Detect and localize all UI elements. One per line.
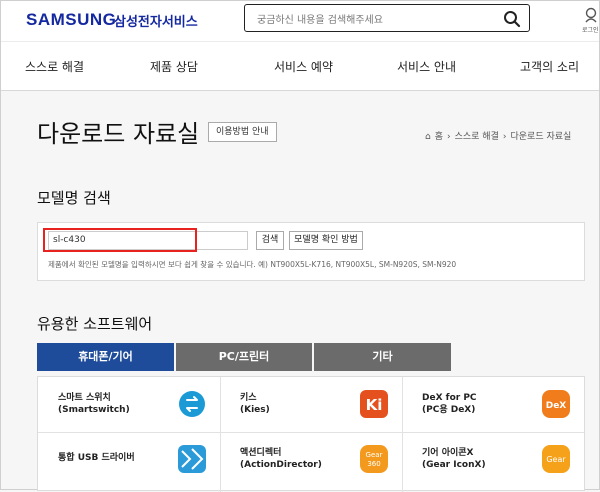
model-search-title: 모델명 검색 [37, 189, 111, 207]
model-check-method-button[interactable]: 모델명 확인 방법 [289, 231, 363, 250]
samsung-logo[interactable]: SAMSUNG [26, 10, 116, 30]
page-title: 다운로드 자료실 [37, 120, 200, 148]
software-item-actiondirector[interactable]: 액션디렉터 (ActionDirector) Gear 360 [220, 432, 402, 487]
software-item-label: 통합 USB 드라이버 [58, 453, 135, 463]
svg-text:Gear: Gear [546, 455, 566, 464]
svg-text:Ki: Ki [366, 396, 383, 414]
gear-iconx-icon: Gear [542, 445, 570, 473]
highlight-box [43, 228, 197, 252]
software-tabs: 휴대폰/기어 PC/프린터 기타 [37, 343, 585, 371]
software-item-label: DeX for PC (PC용 DeX) [422, 393, 477, 415]
smartswitch-icon [179, 391, 205, 417]
service-logo-text[interactable]: 삼성전자서비스 [114, 11, 198, 30]
model-search-hint: 제품에서 확인된 모델명을 입력하시면 보다 쉽게 찾을 수 있습니다. 예) … [48, 260, 457, 269]
software-item-smartswitch[interactable]: 스마트 스위치 (Smartswitch) [38, 377, 220, 432]
dex-icon: DeX [542, 390, 570, 418]
tab-etc[interactable]: 기타 [314, 343, 451, 371]
main-nav: 스스로 해결 제품 상담 서비스 예약 서비스 안내 고객의 소리 [1, 41, 599, 91]
home-icon[interactable]: ⌂ [425, 132, 431, 142]
login-label: 로그인 [582, 27, 599, 34]
software-item-label: 키스 (Kies) [240, 393, 270, 415]
software-item-dex[interactable]: DeX for PC (PC용 DeX) DeX [402, 377, 584, 432]
chevron-right-icon: › [447, 132, 451, 142]
nav-self-solve[interactable]: 스스로 해결 [25, 58, 84, 75]
gear360-icon: Gear 360 [360, 445, 388, 473]
software-item-usb-driver[interactable]: 통합 USB 드라이버 [38, 432, 220, 487]
usage-guide-button[interactable]: 이용방법 안내 [208, 122, 277, 142]
nav-service-info[interactable]: 서비스 안내 [397, 58, 456, 75]
svg-text:Gear: Gear [366, 451, 383, 459]
nav-service-reservation[interactable]: 서비스 예약 [274, 58, 333, 75]
software-item-label: 기어 아이콘X (Gear IconX) [422, 448, 486, 470]
software-grid: 스마트 스위치 (Smartswitch) 키스 (Kies) Ki DeX f… [37, 376, 585, 492]
model-search-button[interactable]: 검색 [256, 231, 284, 250]
breadcrumb-self-solve[interactable]: 스스로 해결 [455, 132, 499, 142]
nav-customer-voice[interactable]: 고객의 소리 [520, 58, 579, 75]
usb-driver-icon [178, 445, 206, 473]
search-box[interactable]: 궁금하신 내용을 검색해주세요 [244, 4, 530, 32]
kies-icon: Ki [360, 390, 388, 418]
breadcrumb-home[interactable]: 홈 [435, 132, 443, 142]
software-item-kies[interactable]: 키스 (Kies) Ki [220, 377, 402, 432]
header: SAMSUNG 삼성전자서비스 궁금하신 내용을 검색해주세요 로그인 [1, 1, 599, 41]
tab-mobile-gear[interactable]: 휴대폰/기어 [37, 343, 174, 371]
search-icon[interactable] [503, 10, 521, 28]
software-item-label: 액션디렉터 (ActionDirector) [240, 448, 322, 470]
software-item-label: 스마트 스위치 (Smartswitch) [58, 393, 130, 415]
software-section-title: 유용한 소프트웨어 [37, 315, 153, 333]
search-input[interactable]: 궁금하신 내용을 검색해주세요 [257, 11, 383, 26]
breadcrumb: ⌂ 홈 › 스스로 해결 › 다운로드 자료실 [425, 129, 575, 142]
svg-text:DeX: DeX [546, 401, 567, 411]
chevron-right-icon: › [502, 132, 507, 142]
login-button[interactable]: 로그인 [582, 5, 600, 39]
user-icon [585, 7, 597, 23]
software-item-gear-iconx[interactable]: 기어 아이콘X (Gear IconX) Gear [402, 432, 584, 487]
svg-text:360: 360 [367, 460, 380, 468]
breadcrumb-download[interactable]: 다운로드 자료실 [510, 132, 571, 142]
tab-pc-printer[interactable]: PC/프린터 [176, 343, 312, 371]
model-search-panel: sl-c430 검색 모델명 확인 방법 제품에서 확인된 모델명을 입력하시면… [37, 222, 585, 281]
nav-product-consult[interactable]: 제품 상담 [150, 58, 198, 75]
